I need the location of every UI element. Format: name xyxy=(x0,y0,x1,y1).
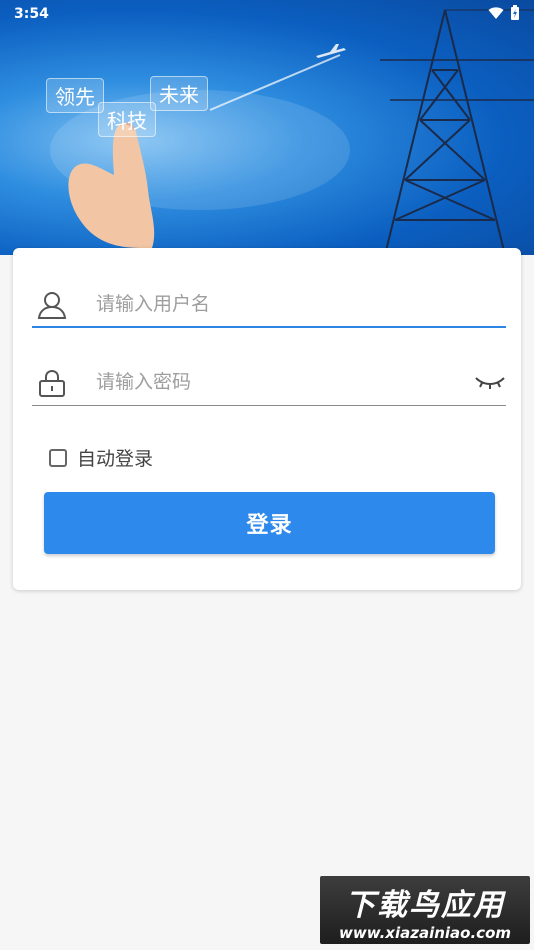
password-field xyxy=(32,362,506,406)
auto-login-row[interactable]: 自动登录 xyxy=(49,444,153,471)
lock-icon xyxy=(39,369,65,397)
password-underline xyxy=(32,405,506,406)
banner-bubble-future: 未来 xyxy=(150,76,208,111)
status-icons xyxy=(488,5,520,21)
watermark-url: www.xiazainiao.com xyxy=(338,924,512,942)
watermark-title: 下载鸟应用 xyxy=(345,888,505,923)
airplane-icon xyxy=(316,44,346,58)
power-tower-icon xyxy=(380,9,534,255)
login-card: 自动登录 登录 xyxy=(13,248,521,590)
password-input[interactable] xyxy=(96,368,466,396)
banner-bubble-lead: 领先 xyxy=(46,78,104,113)
status-time: 3:54 xyxy=(14,6,49,22)
username-field xyxy=(32,284,506,328)
banner-illustration xyxy=(50,9,534,255)
banner-bubble-tech: 科技 xyxy=(98,102,156,137)
username-input[interactable] xyxy=(96,290,466,318)
username-underline xyxy=(32,326,506,328)
eye-closed-icon[interactable] xyxy=(474,374,506,390)
status-bar: 3:54 xyxy=(0,0,534,28)
login-button[interactable]: 登录 xyxy=(44,492,495,554)
auto-login-label: 自动登录 xyxy=(77,448,154,470)
auto-login-checkbox[interactable] xyxy=(49,448,67,467)
wifi-icon xyxy=(488,7,504,19)
battery-charging-icon xyxy=(511,5,519,20)
user-icon xyxy=(37,292,67,319)
watermark: 下载鸟应用 www.xiazainiao.com xyxy=(320,876,530,944)
header-banner: 领先 科技 未来 3:54 xyxy=(0,0,534,255)
